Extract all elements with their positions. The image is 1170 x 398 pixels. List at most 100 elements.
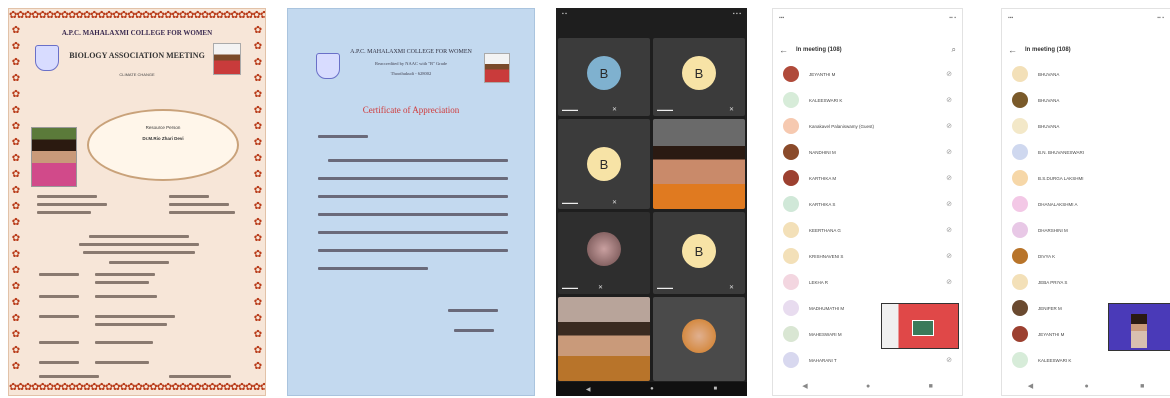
participant-row[interactable]: KEERTHANA G ⊘ xyxy=(783,221,952,239)
invitation-poster: ✿✿✿✿✿✿✿✿✿✿✿✿✿✿✿✿✿✿✿✿✿✿✿✿✿✿✿✿✿✿✿✿✿✿✿ ✿✿✿✿… xyxy=(8,8,266,396)
participant-row[interactable]: KARTHIKA M ⊘ xyxy=(783,169,952,187)
participant-avatar xyxy=(1012,352,1028,368)
text-line xyxy=(318,213,508,216)
participant-tile[interactable]: B ▬▬▬▬ ✕ xyxy=(653,212,745,294)
text-line xyxy=(39,375,99,378)
recents-icon[interactable]: ■ xyxy=(1140,383,1144,390)
participant-row[interactable]: MAHARANI T ⊘ xyxy=(783,351,952,369)
text-line xyxy=(39,315,79,318)
participant-avatar xyxy=(783,222,799,238)
self-view-video[interactable] xyxy=(881,303,959,349)
participant-row[interactable]: BHUVANA xyxy=(1012,91,1160,109)
mic-off-icon: ✕ xyxy=(598,285,604,291)
participant-name: BHUVANA xyxy=(1038,97,1060,103)
participant-name: MAHESWARI M xyxy=(809,331,842,337)
participant-avatar xyxy=(783,144,799,160)
participant-row[interactable]: DHANALAKSHMI A xyxy=(1012,195,1160,213)
participant-row[interactable]: DIVYA K xyxy=(1012,247,1160,265)
back-icon[interactable]: ◀ xyxy=(586,386,591,393)
certificate-accreditation: Reaccredited by NAAC with "B" Grade xyxy=(374,61,448,66)
participant-name: JEBA PRIYA S xyxy=(1038,279,1068,285)
text-line xyxy=(95,315,175,318)
recents-icon[interactable]: ■ xyxy=(929,383,933,390)
mic-off-icon: ✕ xyxy=(729,107,735,113)
participant-row[interactable]: JEYANTHI M ⊘ xyxy=(783,65,952,83)
back-arrow-icon[interactable]: ← xyxy=(779,45,788,55)
participant-avatar xyxy=(1012,144,1028,160)
participant-row[interactable]: Kanakavel Palaniswamy (Guest) ⊘ xyxy=(783,117,952,135)
flower-border-bottom: ✿✿✿✿✿✿✿✿✿✿✿✿✿✿✿✿✿✿✿✿✿✿✿✿✿✿✿✿✿✿✿✿✿✿✿ xyxy=(9,382,265,393)
recents-icon[interactable]: ■ xyxy=(714,386,718,392)
mic-off-icon: ✕ xyxy=(729,285,735,291)
participant-video[interactable] xyxy=(558,297,650,381)
participant-tile[interactable] xyxy=(653,297,745,381)
mic-off-icon: ⊘ xyxy=(946,357,952,364)
text-line xyxy=(318,195,508,198)
participant-row[interactable]: DHARSHINI M xyxy=(1012,221,1160,239)
certificate-college-name: A.P.C. MAHALAXMI COLLEGE FOR WOMEN xyxy=(350,49,472,55)
participant-name: KEERTHANA G xyxy=(809,227,841,233)
participant-avatar xyxy=(783,326,799,342)
participant-row[interactable]: JEBA PRIYA S xyxy=(1012,273,1160,291)
status-bar: ▪ ▪ ▪ ▪ ▪ xyxy=(562,11,741,17)
participant-tile[interactable]: B ▬▬▬▬ ✕ xyxy=(558,38,650,116)
participant-name: KARTHIKA S xyxy=(809,201,836,207)
participant-name: ▬▬▬▬ xyxy=(657,107,673,112)
meeting-screen: ▪ ▪ ▪ ▪ ▪ B ▬▬▬▬ ✕ B ▬▬▬▬ ✕ B ▬▬▬▬ ✕ ▬▬▬▬… xyxy=(556,8,747,396)
participant-avatar xyxy=(1012,66,1028,82)
participant-name: JENIFER M xyxy=(1038,305,1062,311)
participant-row[interactable]: KRISHNAVENI S ⊘ xyxy=(783,247,952,265)
participant-avatar xyxy=(783,66,799,82)
participant-row[interactable]: BHUVANA xyxy=(1012,65,1160,83)
participant-video[interactable] xyxy=(653,119,745,209)
text-line xyxy=(95,341,153,344)
participant-row[interactable]: KARTHIKA S ⊘ xyxy=(783,195,952,213)
participant-name: ▬▬▬▬ xyxy=(657,285,673,290)
participant-tile[interactable]: ▬▬▬▬ ✕ xyxy=(558,212,650,294)
participant-row[interactable]: KALEESWARI K ⊘ xyxy=(783,91,952,109)
participant-row[interactable]: B.N. BHUVANESWARI xyxy=(1012,143,1160,161)
android-nav-bar: ◀ ● ■ xyxy=(1002,381,1170,391)
participant-avatar xyxy=(1012,300,1028,316)
text-line xyxy=(318,249,508,252)
text-line xyxy=(95,361,149,364)
speaker-photo xyxy=(31,127,77,187)
self-view-video[interactable] xyxy=(1108,303,1170,351)
participant-name: Kanakavel Palaniswamy (Guest) xyxy=(809,123,875,129)
home-icon[interactable]: ● xyxy=(1084,383,1088,390)
participant-row[interactable]: B.S.DURGA LAKSHMI xyxy=(1012,169,1160,187)
mic-off-icon: ⊘ xyxy=(946,175,952,182)
text-line xyxy=(95,273,155,276)
participant-avatar xyxy=(1012,326,1028,342)
back-icon[interactable]: ◀ xyxy=(802,382,807,390)
participant-tile[interactable]: B ▬▬▬▬ ✕ xyxy=(558,119,650,209)
participant-name: KALEESWARI K xyxy=(1038,357,1072,363)
participant-avatar xyxy=(1012,248,1028,264)
participant-name: JEYANTHI M xyxy=(809,71,836,77)
participant-avatar xyxy=(783,92,799,108)
text-line xyxy=(169,375,231,378)
status-bar: ▪▪▪ ▪▪ ▪ xyxy=(779,15,956,21)
participant-avatar xyxy=(1012,274,1028,290)
back-arrow-icon[interactable]: ← xyxy=(1008,45,1017,55)
participant-name: MAHARANI T xyxy=(809,357,837,363)
text-line xyxy=(37,211,91,214)
participant-avatar: B xyxy=(587,147,621,181)
participant-tile[interactable]: B ▬▬▬▬ ✕ xyxy=(653,38,745,116)
search-icon[interactable]: ⌕ xyxy=(952,45,956,55)
text-line xyxy=(39,341,79,344)
participants-header: ← In meeting (108) ⌕ xyxy=(779,43,956,57)
participant-avatar xyxy=(783,170,799,186)
home-icon[interactable]: ● xyxy=(866,383,870,390)
participant-row[interactable]: KALEESWARI K xyxy=(1012,351,1160,369)
participant-row[interactable]: NANDHINI M ⊘ xyxy=(783,143,952,161)
back-icon[interactable]: ◀ xyxy=(1028,382,1033,390)
home-icon[interactable]: ● xyxy=(650,386,654,392)
participant-row[interactable]: LEKHA R ⊘ xyxy=(783,273,952,291)
participant-row[interactable]: BHUVANA xyxy=(1012,117,1160,135)
participants-title: In meeting (108) xyxy=(1025,47,1071,53)
participant-name: BHUVANA xyxy=(1038,71,1060,77)
participant-avatar xyxy=(783,196,799,212)
certificate-heading: Certificate of Appreciation xyxy=(362,105,460,115)
android-nav-bar: ◀ ● ■ xyxy=(773,381,962,391)
